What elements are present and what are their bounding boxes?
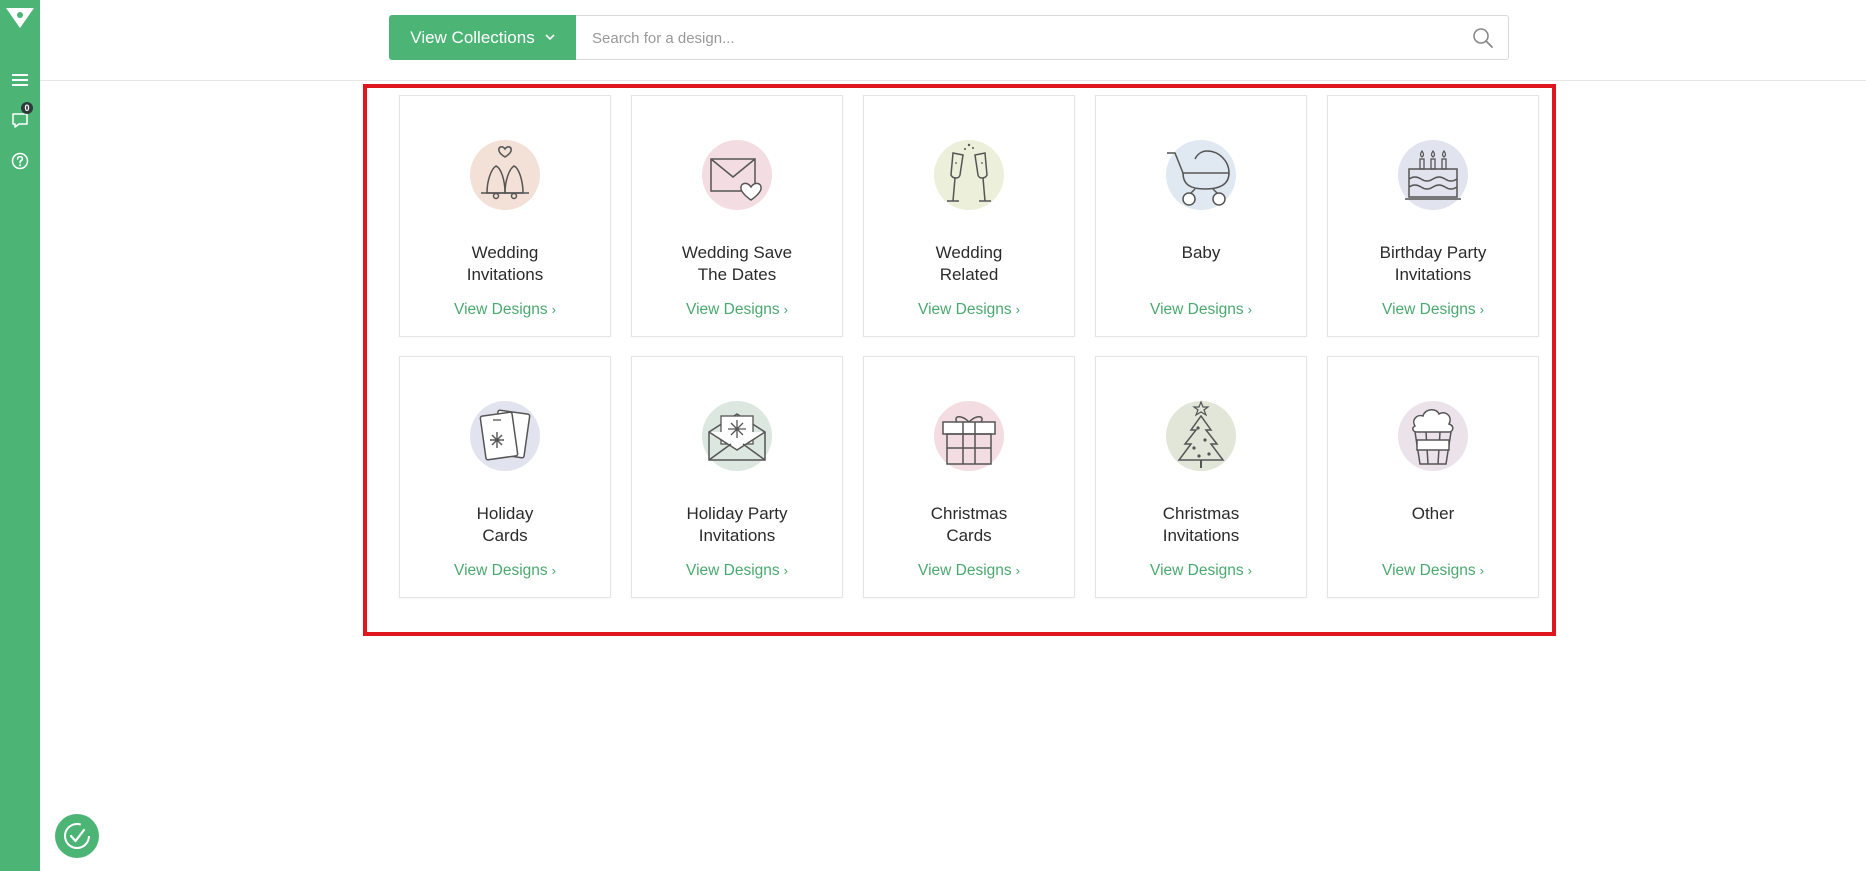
messages-button[interactable]: 0 xyxy=(8,102,33,132)
baby-stroller-icon xyxy=(1166,140,1236,210)
view-designs-link[interactable]: View Designs › xyxy=(400,301,610,319)
card-christmas-cards[interactable]: Christmas Cards View Designs › xyxy=(863,356,1075,598)
view-collections-button[interactable]: View Collections xyxy=(389,15,576,60)
holiday-card-icon xyxy=(470,401,540,471)
hamburger-icon xyxy=(12,74,28,86)
menu-button[interactable] xyxy=(8,68,32,92)
sidebar: 0 xyxy=(0,0,40,871)
card-christmas-invitations[interactable]: Christmas Invitations View Designs › xyxy=(1095,356,1307,598)
card-title: Holiday Cards xyxy=(476,504,534,545)
gift-box-icon xyxy=(934,401,1004,471)
logo-icon[interactable] xyxy=(5,5,35,31)
view-designs-link[interactable]: View Designs › xyxy=(632,301,842,319)
christmas-tree-icon xyxy=(1166,400,1236,471)
view-collections-label: View Collections xyxy=(410,27,535,47)
card-holiday-party-invitations[interactable]: Holiday Party Invitations View Designs › xyxy=(631,356,843,598)
champagne-glasses-icon xyxy=(934,140,1004,210)
chevron-down-icon xyxy=(545,34,555,41)
card-title: Wedding Invitations xyxy=(466,243,544,284)
search-input[interactable] xyxy=(590,16,1454,61)
view-designs-link[interactable]: View Designs › xyxy=(1328,301,1538,319)
wedding-bells-icon xyxy=(470,140,540,210)
card-title: Birthday Party Invitations xyxy=(1379,243,1487,284)
snowflake-envelope-icon xyxy=(702,401,772,471)
card-wedding-related[interactable]: Wedding Related View Designs › xyxy=(863,95,1075,337)
search-box xyxy=(576,15,1509,61)
help-button[interactable] xyxy=(8,149,32,173)
card-other[interactable]: Other View Designs › xyxy=(1327,356,1539,598)
card-title: Christmas Cards xyxy=(930,504,1008,545)
checklist-icon xyxy=(64,823,90,849)
card-wedding-save-the-dates[interactable]: Wedding Save The Dates View Designs › xyxy=(631,95,843,337)
support-fab[interactable] xyxy=(55,814,99,858)
card-title: Baby xyxy=(1181,243,1221,262)
popcorn-icon xyxy=(1398,401,1468,471)
view-designs-link[interactable]: View Designs › xyxy=(1096,301,1306,319)
question-icon xyxy=(11,152,29,170)
card-title: Christmas Invitations xyxy=(1162,504,1240,545)
view-designs-link[interactable]: View Designs › xyxy=(400,562,610,580)
view-designs-link[interactable]: View Designs › xyxy=(864,301,1074,319)
chat-icon xyxy=(12,112,28,128)
birthday-cake-icon xyxy=(1398,140,1468,210)
view-designs-link[interactable]: View Designs › xyxy=(1096,562,1306,580)
envelope-heart-icon xyxy=(702,140,772,210)
card-title: Wedding Save The Dates xyxy=(681,243,793,284)
card-baby[interactable]: Baby View Designs › xyxy=(1095,95,1307,337)
card-wedding-invitations[interactable]: Wedding Invitations View Designs › xyxy=(399,95,611,337)
search-icon[interactable] xyxy=(1472,27,1494,49)
card-title: Other xyxy=(1411,504,1455,523)
messages-badge: 0 xyxy=(21,102,33,114)
card-title: Wedding Related xyxy=(935,243,1003,284)
view-designs-link[interactable]: View Designs › xyxy=(632,562,842,580)
card-title: Holiday Party Invitations xyxy=(686,504,788,545)
view-designs-link[interactable]: View Designs › xyxy=(864,562,1074,580)
card-birthday-party-invitations[interactable]: Birthday Party Invitations View Designs › xyxy=(1327,95,1539,337)
view-designs-link[interactable]: View Designs › xyxy=(1328,562,1538,580)
card-holiday-cards[interactable]: Holiday Cards View Designs › xyxy=(399,356,611,598)
